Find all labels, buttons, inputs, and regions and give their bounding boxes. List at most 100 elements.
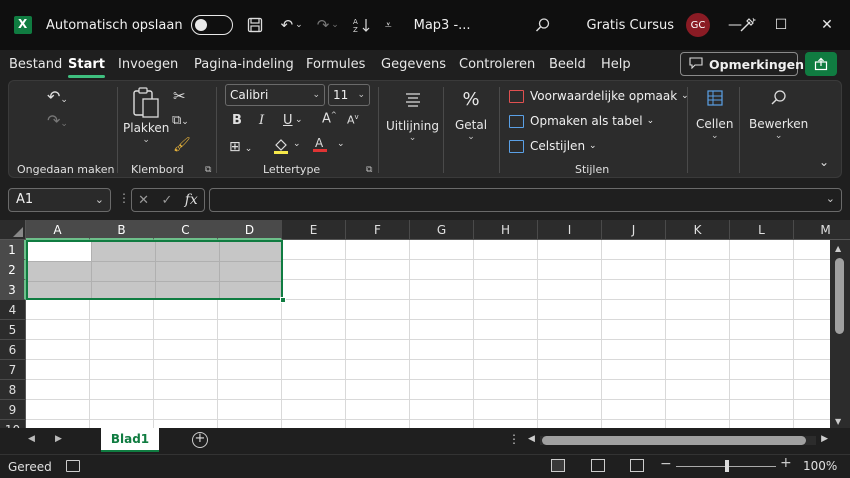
underline-button[interactable]: U bbox=[283, 113, 293, 128]
scroll-left-icon[interactable]: ◀ bbox=[528, 434, 535, 444]
column-header[interactable]: A bbox=[26, 220, 90, 240]
tab-controleren[interactable]: Controleren bbox=[459, 57, 535, 72]
paste-button[interactable]: Plakken ⌄ bbox=[123, 87, 169, 145]
column-header[interactable]: H bbox=[474, 220, 538, 240]
row-header[interactable]: 6 bbox=[0, 340, 26, 360]
maximize-icon[interactable]: ☐ bbox=[758, 17, 804, 33]
vertical-scrollbar[interactable]: ▲ ▼ bbox=[830, 240, 850, 428]
column-header[interactable]: M bbox=[794, 220, 850, 240]
font-dialog-launcher-icon[interactable]: ⧉ bbox=[366, 165, 372, 175]
clipboard-dialog-launcher-icon[interactable]: ⧉ bbox=[205, 165, 211, 175]
font-size-box[interactable]: 11 ⌄ bbox=[328, 84, 370, 106]
editing-button[interactable]: Bewerken ⌄ bbox=[749, 89, 808, 141]
search-icon[interactable] bbox=[535, 17, 551, 33]
tab-pagina-indeling[interactable]: Pagina-indeling bbox=[194, 57, 294, 72]
document-title[interactable]: Map3 -... bbox=[414, 18, 471, 33]
minimize-icon[interactable]: — bbox=[712, 17, 758, 33]
borders-icon[interactable]: ⊞ ⌄ bbox=[229, 139, 252, 155]
ribbon-redo-icon[interactable]: ↷⌄ bbox=[47, 111, 68, 130]
italic-button[interactable]: I bbox=[259, 113, 264, 128]
fill-handle[interactable] bbox=[280, 297, 286, 303]
row-header[interactable]: 7 bbox=[0, 360, 26, 380]
cut-icon[interactable]: ✂ bbox=[173, 87, 186, 105]
shrink-font-icon[interactable]: Av bbox=[347, 113, 359, 127]
undo-icon[interactable]: ↶ ⌄ bbox=[281, 16, 303, 34]
row-header[interactable]: 3 bbox=[0, 280, 26, 300]
accessibility-icon[interactable] bbox=[66, 460, 80, 472]
sheet-tab-blad1[interactable]: Blad1 bbox=[101, 428, 159, 452]
redo-icon[interactable]: ↷ ⌄ bbox=[317, 16, 339, 34]
underline-dropdown-icon[interactable]: ⌄ bbox=[295, 115, 303, 125]
column-header[interactable]: G bbox=[410, 220, 474, 240]
scroll-up-icon[interactable]: ▲ bbox=[835, 244, 841, 253]
add-sheet-icon[interactable]: + bbox=[192, 432, 208, 448]
fill-color-icon[interactable] bbox=[273, 137, 289, 159]
sheet-options-icon[interactable]: ⋮ bbox=[508, 432, 520, 446]
tab-beeld[interactable]: Beeld bbox=[549, 57, 586, 72]
column-header[interactable]: C bbox=[154, 220, 218, 240]
formula-input[interactable]: ⌄ bbox=[209, 188, 842, 212]
column-header[interactable]: I bbox=[538, 220, 602, 240]
customize-toolbar-icon[interactable]: ⩡ bbox=[385, 18, 392, 33]
column-header[interactable]: J bbox=[602, 220, 666, 240]
scroll-thumb[interactable] bbox=[835, 258, 844, 334]
page-break-view-icon[interactable] bbox=[630, 459, 644, 472]
name-box[interactable]: A1 ⌄ bbox=[8, 188, 111, 212]
tab-start[interactable]: Start bbox=[68, 57, 105, 78]
select-all-corner[interactable] bbox=[0, 220, 26, 240]
active-cell[interactable] bbox=[28, 242, 91, 261]
tab-gegevens[interactable]: Gegevens bbox=[381, 57, 446, 72]
cancel-formula-icon[interactable]: ✕ bbox=[138, 193, 149, 208]
grow-font-icon[interactable]: A^ bbox=[322, 111, 337, 126]
normal-view-icon[interactable] bbox=[551, 459, 565, 472]
row-header[interactable]: 9 bbox=[0, 400, 26, 420]
font-color-icon[interactable]: A bbox=[312, 135, 328, 157]
zoom-out-icon[interactable]: − bbox=[660, 456, 672, 472]
column-header[interactable]: D bbox=[218, 220, 282, 240]
insert-function-icon[interactable]: fx bbox=[185, 192, 198, 208]
row-header[interactable]: 4 bbox=[0, 300, 26, 320]
tab-formules[interactable]: Formules bbox=[306, 57, 365, 72]
fill-color-dropdown-icon[interactable]: ⌄ bbox=[293, 139, 301, 149]
row-header[interactable]: 5 bbox=[0, 320, 26, 340]
save-icon[interactable] bbox=[247, 17, 263, 33]
column-header[interactable]: E bbox=[282, 220, 346, 240]
row-header[interactable]: 10 bbox=[0, 420, 26, 428]
row-header[interactable]: 1 bbox=[0, 240, 26, 260]
format-painter-icon[interactable]: 🖌 bbox=[173, 137, 191, 153]
collapse-ribbon-icon[interactable]: ⌄ bbox=[819, 155, 829, 169]
prev-sheet-icon[interactable]: ◀ bbox=[28, 434, 35, 444]
autosave-toggle[interactable] bbox=[190, 15, 233, 35]
share-button[interactable] bbox=[805, 52, 837, 76]
zoom-in-icon[interactable]: + bbox=[780, 455, 792, 471]
zoom-slider-thumb[interactable] bbox=[725, 460, 729, 472]
zoom-percentage[interactable]: 100% bbox=[803, 459, 837, 473]
copy-icon[interactable]: ⧉⌄ bbox=[172, 113, 189, 128]
tab-invoegen[interactable]: Invoegen bbox=[118, 57, 178, 72]
column-header[interactable]: L bbox=[730, 220, 794, 240]
row-header[interactable]: 8 bbox=[0, 380, 26, 400]
cells-button[interactable]: Cellen ⌄ bbox=[696, 89, 733, 141]
tab-help[interactable]: Help bbox=[601, 57, 631, 72]
font-color-dropdown-icon[interactable]: ⌄ bbox=[337, 139, 345, 149]
scroll-down-icon[interactable]: ▼ bbox=[835, 417, 841, 426]
format-as-table-button[interactable]: Opmaken als tabel ⌄ bbox=[509, 114, 654, 128]
scroll-right-icon[interactable]: ▶ bbox=[821, 434, 828, 444]
expand-formula-bar-icon[interactable]: ⌄ bbox=[826, 192, 835, 205]
number-button[interactable]: % Getal ⌄ bbox=[455, 89, 487, 142]
row-header[interactable]: 2 bbox=[0, 260, 26, 280]
confirm-formula-icon[interactable]: ✓ bbox=[161, 193, 172, 208]
bold-button[interactable]: B bbox=[232, 113, 242, 128]
ribbon-undo-icon[interactable]: ↶⌄ bbox=[47, 87, 68, 106]
conditional-formatting-button[interactable]: Voorwaardelijke opmaak ⌄ bbox=[509, 89, 689, 103]
font-name-box[interactable]: Calibri ⌄ bbox=[225, 84, 325, 106]
page-layout-view-icon[interactable] bbox=[591, 459, 605, 472]
column-header[interactable]: K bbox=[666, 220, 730, 240]
close-icon[interactable]: ✕ bbox=[804, 17, 850, 33]
cell-styles-button[interactable]: Celstijlen ⌄ bbox=[509, 139, 597, 153]
column-header[interactable]: B bbox=[90, 220, 154, 240]
alignment-button[interactable]: Uitlijning ⌄ bbox=[386, 91, 439, 143]
scroll-thumb[interactable] bbox=[542, 436, 806, 445]
column-header[interactable]: F bbox=[346, 220, 410, 240]
comments-button[interactable]: Opmerkingen bbox=[680, 52, 804, 76]
